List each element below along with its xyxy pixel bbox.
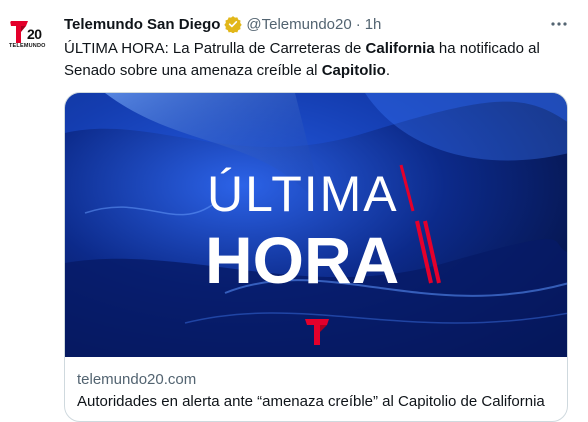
tweet-timestamp[interactable]: 1h [365,16,382,33]
tweet-text: ÚLTIMA HORA: La Patrulla de Carreteras d… [64,38,564,82]
tweet-text-part: ÚLTIMA HORA: La Patrulla de Carreteras d… [64,40,366,57]
card-domain: telemundo20.com [77,371,197,388]
tweet[interactable]: 20 TELEMUNDO Telemundo San Diego @Telemu… [0,0,588,422]
tweet-header: Telemundo San Diego @Telemundo20 · 1h [64,14,381,34]
avatar[interactable]: 20 TELEMUNDO [6,13,50,57]
link-card[interactable]: ÚLTIMA HORA telemundo20.com Autoridades … [64,92,568,422]
more-options-icon[interactable] [549,14,569,34]
card-image-line2: HORA [205,223,399,297]
tweet-text-bold-california: California [365,40,435,57]
card-title: Autoridades en alerta ante “amenaza creí… [77,393,545,410]
author-name[interactable]: Telemundo San Diego [64,16,220,33]
tweet-text-part: . [385,62,391,79]
avatar-subtitle: TELEMUNDO [9,43,46,49]
telemundo-logo-icon [10,21,28,43]
separator-dot: · [355,15,361,33]
avatar-number: 20 [27,26,42,42]
verified-badge-icon[interactable] [224,15,243,33]
card-image: ÚLTIMA HORA [65,93,567,357]
author-handle[interactable]: @Telemundo20 [246,16,351,33]
tweet-text-bold-capitolio: Capitolio [321,62,386,79]
card-image-line1: ÚLTIMA [207,166,399,222]
